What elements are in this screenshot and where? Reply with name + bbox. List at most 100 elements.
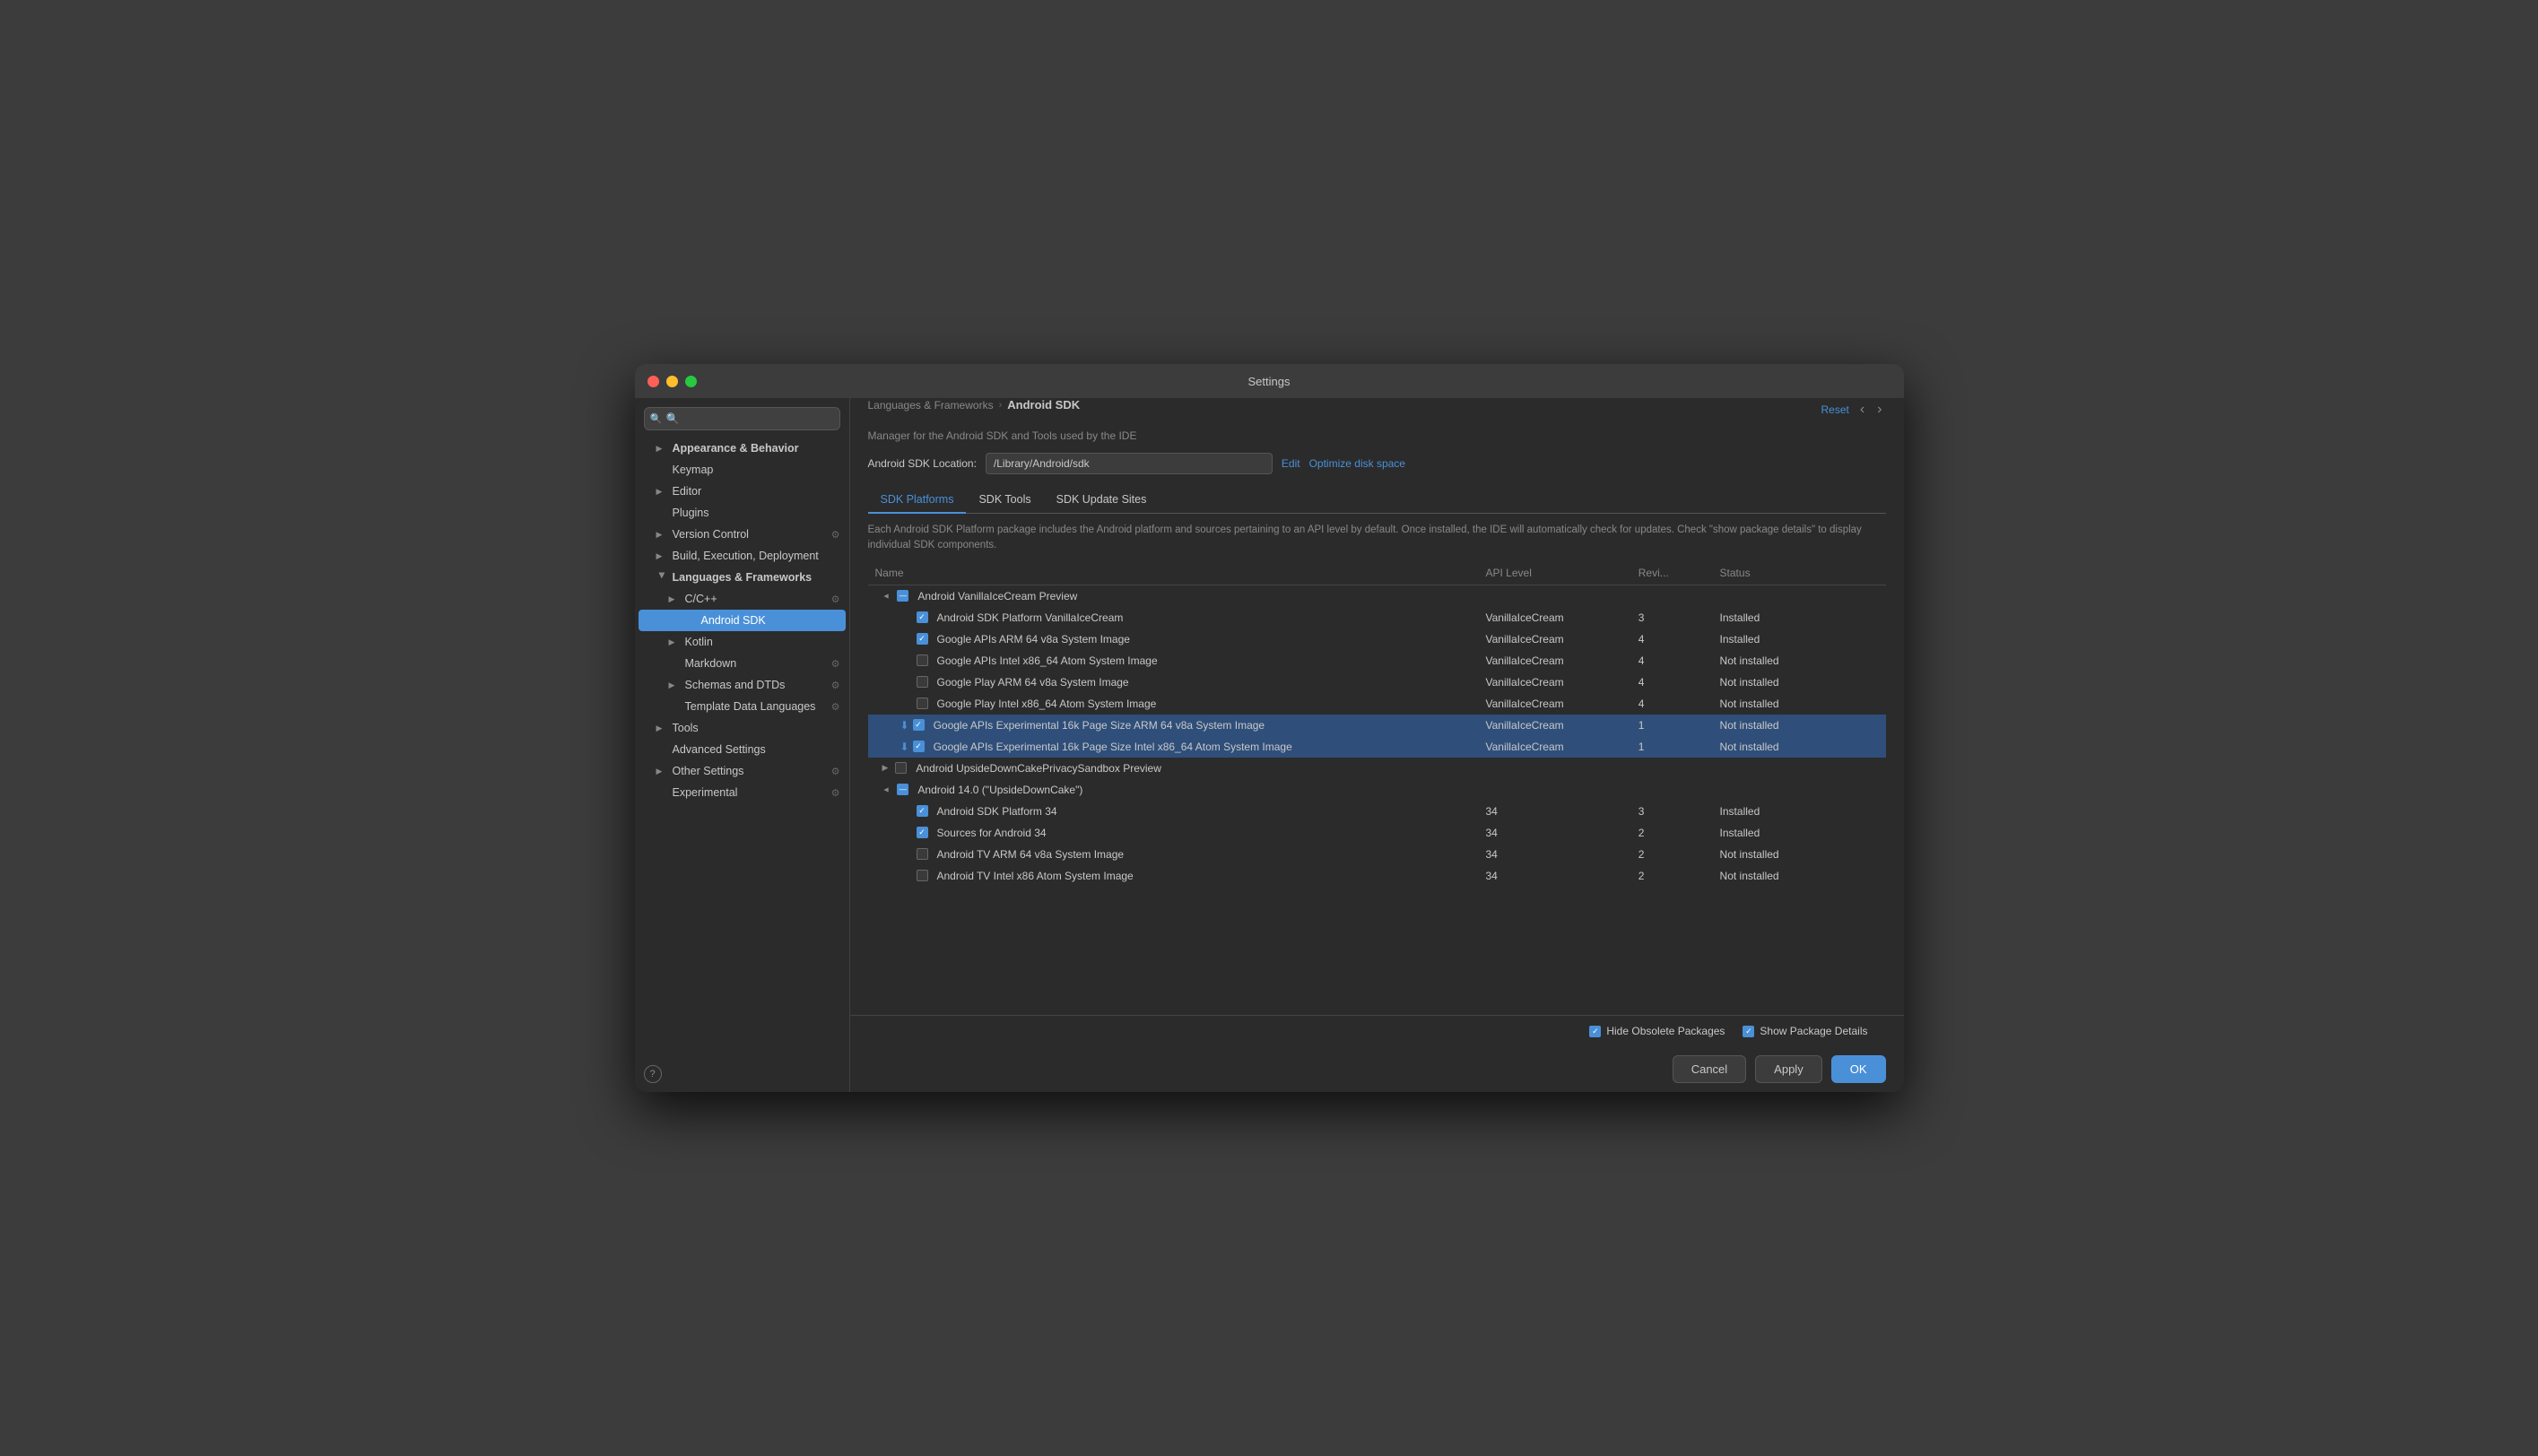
row-status: Not installed bbox=[1713, 693, 1886, 715]
sidebar-item-appearance[interactable]: ▶ Appearance & Behavior bbox=[635, 438, 849, 459]
sidebar-item-tools[interactable]: ▶ Tools bbox=[635, 717, 849, 739]
sidebar-item-version-control[interactable]: ▶ Version Control ⚙ bbox=[635, 524, 849, 545]
sidebar-item-kotlin[interactable]: ▶ Kotlin bbox=[635, 631, 849, 653]
sdk-location-label: Android SDK Location: bbox=[868, 457, 977, 470]
table-row: Android SDK Platform VanillaIceCreamVani… bbox=[868, 607, 1886, 628]
row-status: Not installed bbox=[1713, 650, 1886, 672]
sidebar: 🔍 ▶ Appearance & Behavior ▶ Keymap ▶ Edi… bbox=[635, 398, 850, 1092]
table-row: Android SDK Platform 34343Installed bbox=[868, 801, 1886, 822]
row-checkbox[interactable] bbox=[917, 870, 928, 881]
download-icon: ⬇ bbox=[900, 719, 909, 732]
arrow-icon: ▶ bbox=[656, 724, 667, 733]
sidebar-item-android-sdk[interactable]: ▶ Android SDK bbox=[639, 610, 846, 631]
edit-button[interactable]: Edit bbox=[1282, 457, 1300, 470]
settings-window: Settings 🔍 ▶ Appearance & Behavior ▶ Key… bbox=[635, 364, 1904, 1092]
sidebar-item-label: Android SDK bbox=[701, 614, 766, 627]
sidebar-item-label: Template Data Languages bbox=[685, 700, 816, 713]
help-button[interactable]: ? bbox=[644, 1065, 662, 1083]
row-checkbox[interactable] bbox=[895, 762, 907, 774]
tab-sdk-tools[interactable]: SDK Tools bbox=[966, 487, 1043, 514]
breadcrumb: Languages & Frameworks › Android SDK bbox=[868, 398, 1081, 412]
back-button[interactable]: ‹ bbox=[1856, 400, 1868, 420]
sidebar-item-schemas-dtds[interactable]: ▶ Schemas and DTDs ⚙ bbox=[635, 674, 849, 696]
row-checkbox[interactable] bbox=[917, 805, 928, 817]
row-api-level: VanillaIceCream bbox=[1479, 693, 1631, 715]
sidebar-item-build-execution[interactable]: ▶ Build, Execution, Deployment bbox=[635, 545, 849, 567]
forward-button[interactable]: › bbox=[1873, 400, 1885, 420]
row-checkbox[interactable] bbox=[917, 654, 928, 666]
sidebar-item-other-settings[interactable]: ▶ Other Settings ⚙ bbox=[635, 760, 849, 782]
arrow-icon: ▶ bbox=[656, 487, 667, 497]
table-row: Google APIs Intel x86_64 Atom System Ima… bbox=[868, 650, 1886, 672]
titlebar: Settings bbox=[635, 364, 1904, 398]
maximize-button[interactable] bbox=[685, 376, 697, 387]
table-row: Google APIs ARM 64 v8a System ImageVanil… bbox=[868, 628, 1886, 650]
hide-obsolete-checkbox[interactable] bbox=[1589, 1026, 1601, 1037]
close-button[interactable] bbox=[648, 376, 659, 387]
row-checkbox[interactable] bbox=[917, 611, 928, 623]
row-checkbox[interactable] bbox=[917, 633, 928, 645]
tabs-container: SDK Platforms SDK Tools SDK Update Sites bbox=[868, 487, 1886, 514]
nav-arrows: ‹ › bbox=[1856, 400, 1886, 420]
expand-arrow[interactable]: ▼ bbox=[882, 592, 891, 600]
cancel-button[interactable]: Cancel bbox=[1673, 1055, 1746, 1083]
reset-button[interactable]: Reset bbox=[1821, 403, 1848, 416]
row-name-cell: Android TV Intel x86 Atom System Image bbox=[868, 865, 1479, 887]
hide-obsolete-checkbox-item[interactable]: Hide Obsolete Packages bbox=[1589, 1025, 1725, 1037]
row-checkbox[interactable] bbox=[917, 848, 928, 860]
sidebar-item-markdown[interactable]: ▶ Markdown ⚙ bbox=[635, 653, 849, 674]
tab-sdk-update-sites[interactable]: SDK Update Sites bbox=[1044, 487, 1160, 514]
settings-icon: ⚙ bbox=[831, 787, 840, 799]
sidebar-item-label: Schemas and DTDs bbox=[685, 679, 786, 691]
row-revision: 1 bbox=[1631, 736, 1713, 758]
row-checkbox[interactable] bbox=[913, 719, 925, 731]
sidebar-item-editor[interactable]: ▶ Editor bbox=[635, 481, 849, 502]
row-checkbox[interactable] bbox=[897, 784, 908, 795]
minimize-button[interactable] bbox=[666, 376, 678, 387]
row-checkbox[interactable] bbox=[917, 827, 928, 838]
sidebar-item-keymap[interactable]: ▶ Keymap bbox=[635, 459, 849, 481]
expand-arrow[interactable]: ▼ bbox=[882, 785, 891, 793]
row-status bbox=[1713, 758, 1886, 779]
arrow-icon: ▶ bbox=[669, 637, 680, 647]
ok-button[interactable]: OK bbox=[1831, 1055, 1886, 1083]
show-package-details-checkbox[interactable] bbox=[1743, 1026, 1754, 1037]
row-name-text: Android SDK Platform VanillaIceCream bbox=[937, 611, 1124, 624]
show-package-details-checkbox-item[interactable]: Show Package Details bbox=[1743, 1025, 1867, 1037]
info-text: Each Android SDK Platform package includ… bbox=[868, 514, 1886, 561]
table-row: Android TV ARM 64 v8a System Image342Not… bbox=[868, 844, 1886, 865]
row-name-cell: ▼Android 14.0 ("UpsideDownCake") bbox=[868, 779, 1479, 801]
sdk-location-input[interactable] bbox=[986, 453, 1273, 474]
row-revision: 2 bbox=[1631, 844, 1713, 865]
sidebar-item-template-data[interactable]: ▶ Template Data Languages ⚙ bbox=[635, 696, 849, 717]
tab-sdk-platforms[interactable]: SDK Platforms bbox=[868, 487, 967, 514]
settings-icon: ⚙ bbox=[831, 658, 840, 670]
row-api-level bbox=[1479, 779, 1631, 801]
table-row: ⬇Google APIs Experimental 16k Page Size … bbox=[868, 715, 1886, 736]
row-checkbox[interactable] bbox=[897, 590, 908, 602]
row-checkbox[interactable] bbox=[917, 676, 928, 688]
col-api: API Level bbox=[1479, 561, 1631, 585]
row-name-cell: Android TV ARM 64 v8a System Image bbox=[868, 844, 1479, 865]
apply-button[interactable]: Apply bbox=[1755, 1055, 1822, 1083]
row-api-level bbox=[1479, 758, 1631, 779]
table-row: Google Play Intel x86_64 Atom System Ima… bbox=[868, 693, 1886, 715]
sdk-table: Name API Level Revi... Status ▼Android V… bbox=[868, 561, 1886, 887]
sidebar-item-experimental[interactable]: ▶ Experimental ⚙ bbox=[635, 782, 849, 803]
sidebar-item-advanced-settings[interactable]: ▶ Advanced Settings bbox=[635, 739, 849, 760]
row-checkbox[interactable] bbox=[913, 741, 925, 752]
row-revision: 4 bbox=[1631, 672, 1713, 693]
expand-arrow[interactable]: ▶ bbox=[882, 763, 889, 773]
sidebar-item-languages-frameworks[interactable]: ▶ Languages & Frameworks bbox=[635, 567, 849, 588]
col-rev: Revi... bbox=[1631, 561, 1713, 585]
sidebar-item-cpp[interactable]: ▶ C/C++ ⚙ bbox=[635, 588, 849, 610]
optimize-button[interactable]: Optimize disk space bbox=[1309, 457, 1405, 470]
sidebar-item-plugins[interactable]: ▶ Plugins bbox=[635, 502, 849, 524]
search-input[interactable] bbox=[644, 407, 840, 430]
arrow-icon: ▶ bbox=[656, 572, 666, 583]
table-row: ▼Android VanillaIceCream Preview bbox=[868, 585, 1886, 607]
table-row: ▶Android UpsideDownCakePrivacySandbox Pr… bbox=[868, 758, 1886, 779]
row-revision: 2 bbox=[1631, 865, 1713, 887]
row-checkbox[interactable] bbox=[917, 698, 928, 709]
sidebar-item-label: Kotlin bbox=[685, 636, 713, 648]
